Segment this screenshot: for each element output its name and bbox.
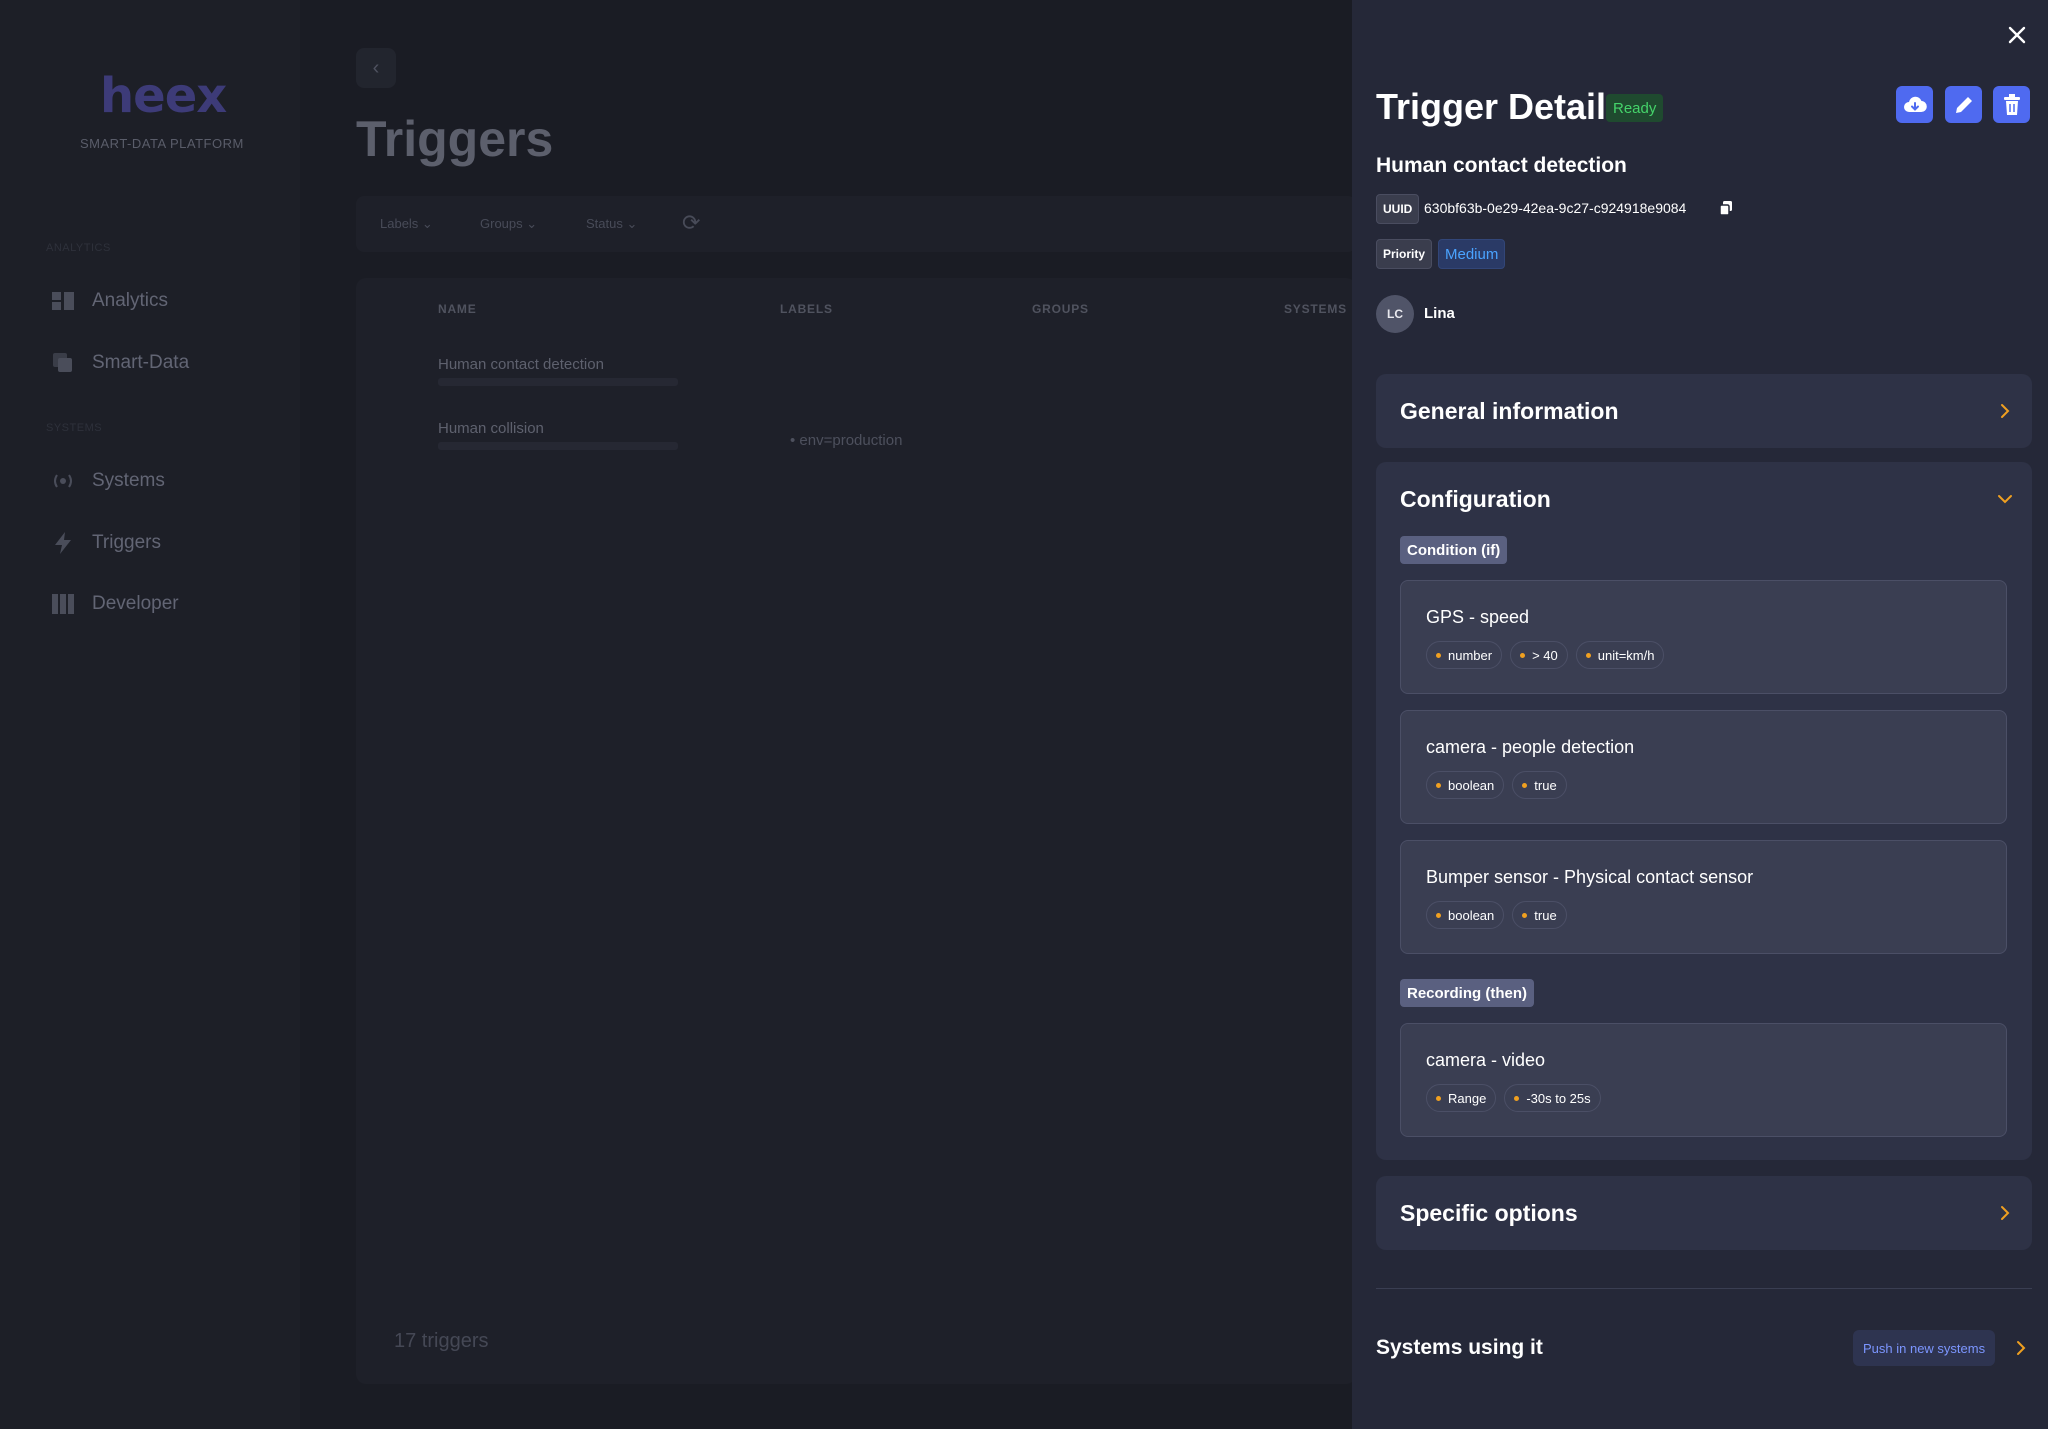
condition-card: Bumper sensor - Physical contact sensor … (1400, 840, 2007, 954)
sidebar-section-label: ANALYTICS (46, 242, 111, 254)
table-row[interactable]: Human collision (438, 420, 544, 437)
sidebar-item-label: Analytics (92, 290, 169, 311)
condition-card: camera - people detection boolean true (1400, 710, 2007, 824)
uuid-label: UUID (1376, 194, 1420, 224)
recording-tag: Recording (then) (1400, 979, 1534, 1007)
condition-card: GPS - speed number > 40 unit=km/h (1400, 580, 2007, 694)
condition-chip: boolean (1426, 771, 1505, 799)
sidebar-item-triggers[interactable]: Triggers (50, 530, 161, 556)
condition-chip: number (1426, 641, 1503, 669)
column-header-groups: GROUPS (1032, 302, 1089, 316)
trigger-name: Human contact detection (1376, 154, 1627, 177)
column-header-labels: LABELS (780, 302, 833, 316)
priority-label: Priority (1376, 239, 1433, 269)
edit-button[interactable] (1945, 86, 1982, 123)
chevron-down-icon[interactable] (1996, 490, 2014, 508)
row-description (438, 378, 678, 386)
recording-card: camera - video Range -30s to 25s (1400, 1023, 2007, 1137)
column-header-systems: SYSTEMS (1284, 302, 1347, 316)
sidebar-item-systems[interactable]: Systems (50, 468, 165, 494)
label-chip: • env=production (790, 432, 903, 449)
priority-badge: Medium (1438, 239, 1506, 269)
condition-title: camera - people detection (1426, 737, 1635, 757)
chevron-right-icon (2001, 1206, 2010, 1220)
condition-tag: Condition (if) (1400, 536, 1508, 564)
specific-options-section[interactable]: Specific options (1376, 1176, 2032, 1250)
page-title: Triggers (356, 111, 554, 167)
sidebar-item-label: Systems (92, 470, 165, 491)
systems-using-it-title: Systems using it (1376, 1336, 1543, 1359)
developer-icon (50, 591, 76, 617)
delete-button[interactable] (1993, 86, 2030, 123)
smart-data-icon (50, 350, 76, 376)
section-title: Configuration (1400, 486, 1551, 512)
recording-title: camera - video (1426, 1050, 1546, 1070)
divider (1376, 1288, 2032, 1289)
condition-title: GPS - speed (1426, 607, 1530, 627)
close-icon (2008, 26, 2026, 44)
trash-icon (2003, 93, 2020, 115)
push-in-new-systems-button[interactable]: Push in new systems (1853, 1330, 1996, 1366)
triggers-count: 17 triggers (394, 1330, 489, 1352)
filter-groups[interactable]: Groups ⌄ (480, 216, 537, 232)
triggers-icon (50, 530, 76, 556)
download-button[interactable] (1896, 86, 1933, 123)
refresh-icon[interactable]: ⟳ (682, 210, 700, 236)
table-row[interactable]: Human contact detection (438, 356, 604, 373)
column-header-name: NAME (438, 302, 477, 316)
general-information-section[interactable]: General information (1376, 374, 2032, 448)
condition-chip: > 40 (1510, 641, 1568, 669)
section-title: General information (1400, 398, 1619, 424)
systems-icon (50, 468, 76, 494)
condition-chip: unit=km/h (1575, 641, 1665, 669)
recording-chip: -30s to 25s (1504, 1084, 1601, 1112)
sidebar-item-label: Smart-Data (92, 352, 190, 373)
condition-chip: true (1512, 901, 1567, 929)
recording-chip: Range (1426, 1084, 1497, 1112)
sidebar-item-label: Triggers (92, 532, 161, 553)
sidebar-item-developer[interactable]: Developer (50, 591, 179, 617)
app-logo: heex (100, 68, 227, 124)
status-badge: Ready (1606, 94, 1664, 122)
sidebar-item-analytics[interactable]: Analytics (50, 288, 168, 314)
section-title: Specific options (1400, 1200, 1578, 1226)
condition-chip: boolean (1426, 901, 1505, 929)
filter-labels[interactable]: Labels ⌄ (380, 216, 433, 232)
row-description (438, 442, 678, 450)
filter-status[interactable]: Status ⌄ (586, 216, 637, 232)
uuid-value: 630bf63b-0e29-42ea-9c27-c924918e9084 (1424, 200, 1687, 216)
sidebar-item-label: Developer (92, 593, 179, 614)
chevron-right-icon[interactable] (2012, 1339, 2030, 1357)
chevron-right-icon (2001, 404, 2010, 418)
owner-name: Lina (1424, 305, 1455, 322)
sidebar-item-smart-data[interactable]: Smart-Data (50, 350, 189, 376)
drawer-title: Trigger Detail (1376, 86, 1607, 127)
condition-title: Bumper sensor - Physical contact sensor (1426, 867, 1754, 887)
logo-subtitle: SMART-DATA PLATFORM (80, 136, 244, 151)
back-button[interactable]: ‹ (356, 48, 396, 88)
cloud-download-icon (1903, 96, 1927, 112)
sidebar: heex SMART-DATA PLATFORM ANALYTICS Analy… (0, 0, 300, 1429)
analytics-icon (50, 288, 76, 314)
pencil-icon (1955, 96, 1972, 113)
condition-chip: true (1512, 771, 1567, 799)
sidebar-section-label: SYSTEMS (46, 422, 103, 434)
close-button[interactable] (2002, 20, 2032, 50)
chevron-left-icon: ‹ (372, 56, 380, 79)
copy-icon[interactable] (1718, 200, 1734, 216)
avatar: LC (1376, 295, 1414, 333)
